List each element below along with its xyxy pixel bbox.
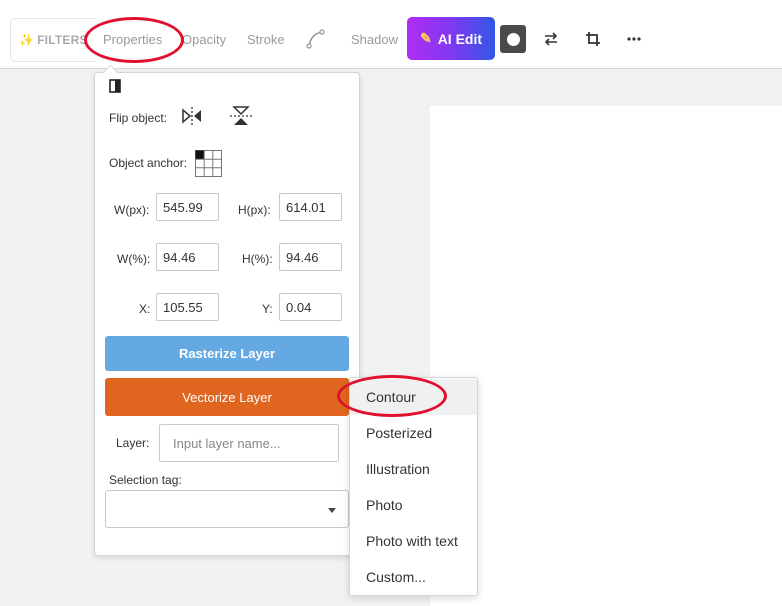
crop-button[interactable] (578, 24, 608, 54)
height-px-label: H(px): (238, 203, 271, 217)
menu-item-photo-with-text[interactable]: Photo with text (350, 523, 477, 559)
menu-item-contour[interactable]: Contour (350, 379, 477, 415)
y-input[interactable] (279, 293, 342, 321)
tab-opacity[interactable]: Opacity (182, 10, 226, 68)
width-pct-label: W(%): (117, 252, 151, 266)
menu-item-illustration[interactable]: Illustration (350, 451, 477, 487)
tab-properties[interactable]: Properties (103, 10, 162, 68)
rasterize-layer-button[interactable]: Rasterize Layer (105, 336, 349, 371)
height-pct-label: H(%): (242, 252, 273, 266)
flip-object-label: Flip object: (109, 111, 168, 125)
vectorize-layer-button[interactable]: Vectorize Layer (105, 378, 349, 416)
properties-panel: Flip object: Object anchor: W(px): H(px)… (94, 64, 360, 556)
shape-circle-button[interactable] (500, 25, 526, 53)
magic-wand-icon: ✎ (419, 30, 432, 46)
chevron-down-icon (328, 508, 336, 513)
filters-label: FILTERS (37, 33, 88, 47)
top-strip (0, 0, 782, 10)
sparkle-icon: ✨ (19, 33, 35, 47)
curve-icon (306, 29, 325, 49)
layer-name-input[interactable] (159, 424, 339, 462)
height-pct-input[interactable] (279, 243, 342, 271)
width-px-input[interactable] (156, 193, 219, 221)
filters-button[interactable]: ✨ FILTERS (10, 18, 96, 62)
curve-tool-button[interactable] (305, 10, 327, 68)
toolbar: ✨ FILTERS Properties Opacity Stroke Shad… (0, 10, 782, 69)
swap-button[interactable] (536, 24, 566, 54)
ai-edit-label: AI Edit (437, 30, 483, 47)
y-label: Y: (262, 302, 273, 316)
menu-item-custom[interactable]: Custom... (350, 559, 477, 595)
flip-vertical-icon[interactable] (230, 105, 252, 127)
selection-tag-select[interactable] (105, 490, 349, 528)
crop-icon (586, 32, 600, 46)
object-anchor-label: Object anchor: (109, 156, 188, 170)
flip-layer-icon[interactable] (109, 79, 121, 93)
x-label: X: (139, 302, 151, 316)
canvas-document[interactable] (430, 106, 782, 606)
tab-shadow[interactable]: Shadow (351, 10, 398, 68)
flip-horizontal-icon[interactable] (181, 107, 203, 125)
tab-stroke[interactable]: Stroke (247, 10, 285, 68)
width-pct-input[interactable] (156, 243, 219, 271)
menu-item-photo[interactable]: Photo (350, 487, 477, 523)
anchor-grid-icon[interactable] (195, 150, 222, 177)
vectorize-menu: Contour Posterized Illustration Photo Ph… (349, 377, 478, 596)
x-input[interactable] (156, 293, 219, 321)
circle-icon (506, 32, 520, 46)
more-icon (627, 37, 641, 41)
swap-icon (544, 32, 558, 46)
menu-item-posterized[interactable]: Posterized (350, 415, 477, 451)
layer-label: Layer: (116, 436, 150, 450)
more-button[interactable] (619, 24, 649, 54)
selection-tag-label: Selection tag: (109, 473, 182, 487)
ai-edit-button[interactable]: ✎ AI Edit (407, 17, 495, 60)
width-px-label: W(px): (114, 203, 150, 217)
height-px-input[interactable] (279, 193, 342, 221)
